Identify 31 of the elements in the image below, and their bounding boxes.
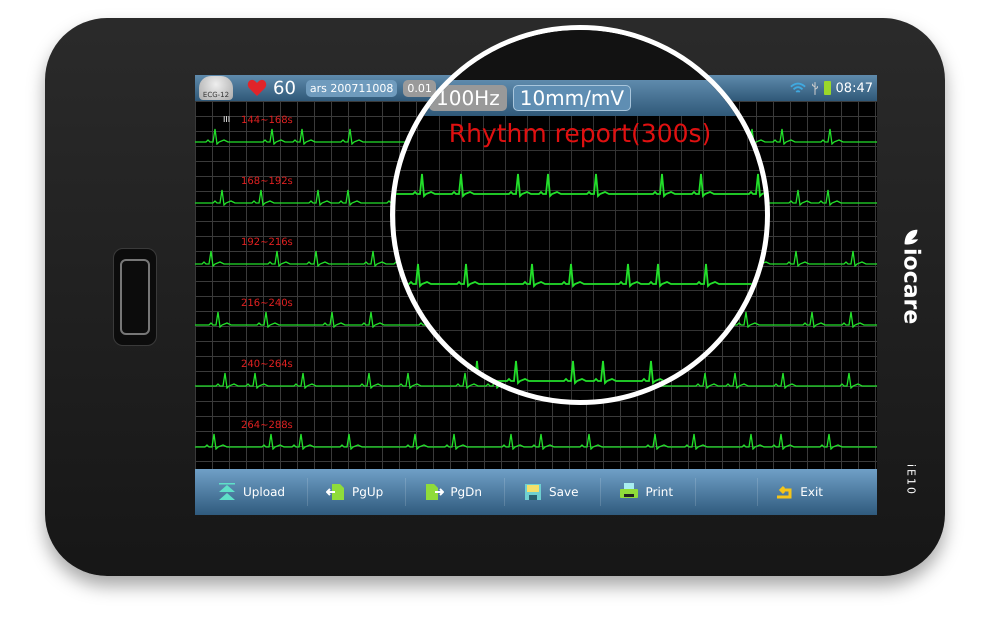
- toolbar-button[interactable]: Upload: [213, 478, 308, 506]
- heart-rate: 60: [273, 78, 296, 98]
- upload-icon: [217, 482, 237, 502]
- time-range-label: 144~168s: [241, 115, 293, 126]
- filter-setting[interactable]: 0.01: [403, 80, 436, 96]
- model-name: iE10: [904, 464, 918, 496]
- page-right-arrow-icon: [424, 482, 444, 502]
- leaf-logo-icon: [903, 228, 919, 246]
- time-range-label: 168~192s: [241, 176, 293, 187]
- lead-label: III: [223, 115, 230, 124]
- time-range-label: 192~216s: [241, 237, 293, 248]
- toolbar-button[interactable]: Save: [519, 478, 602, 506]
- toolbar-button[interactable]: Print: [615, 478, 696, 506]
- report-title: Rhythm report(300s): [448, 120, 712, 149]
- page-left-arrow-icon: [326, 482, 346, 502]
- clock-time: 08:47: [836, 80, 873, 96]
- time-range-label: 240~264s: [241, 359, 293, 370]
- toolbar-button[interactable]: PgDn: [420, 478, 506, 506]
- usb-icon: [810, 80, 819, 96]
- patient-id[interactable]: ars 200711008: [306, 80, 398, 96]
- time-range-label: 264~288s: [241, 420, 293, 431]
- heart-icon: [247, 79, 267, 97]
- gain-setting[interactable]: 10mm/mV: [512, 85, 632, 111]
- brand-logo: iocare: [898, 248, 924, 324]
- home-button[interactable]: [113, 248, 157, 346]
- toolbar-button[interactable]: Exit: [757, 478, 845, 506]
- wifi-icon: [790, 82, 806, 94]
- battery-icon: [824, 81, 831, 95]
- time-range-label: 216~240s: [241, 298, 293, 309]
- toolbar-button[interactable]: PgUp: [322, 478, 406, 506]
- filter-setting[interactable]: 100Hz: [429, 85, 507, 111]
